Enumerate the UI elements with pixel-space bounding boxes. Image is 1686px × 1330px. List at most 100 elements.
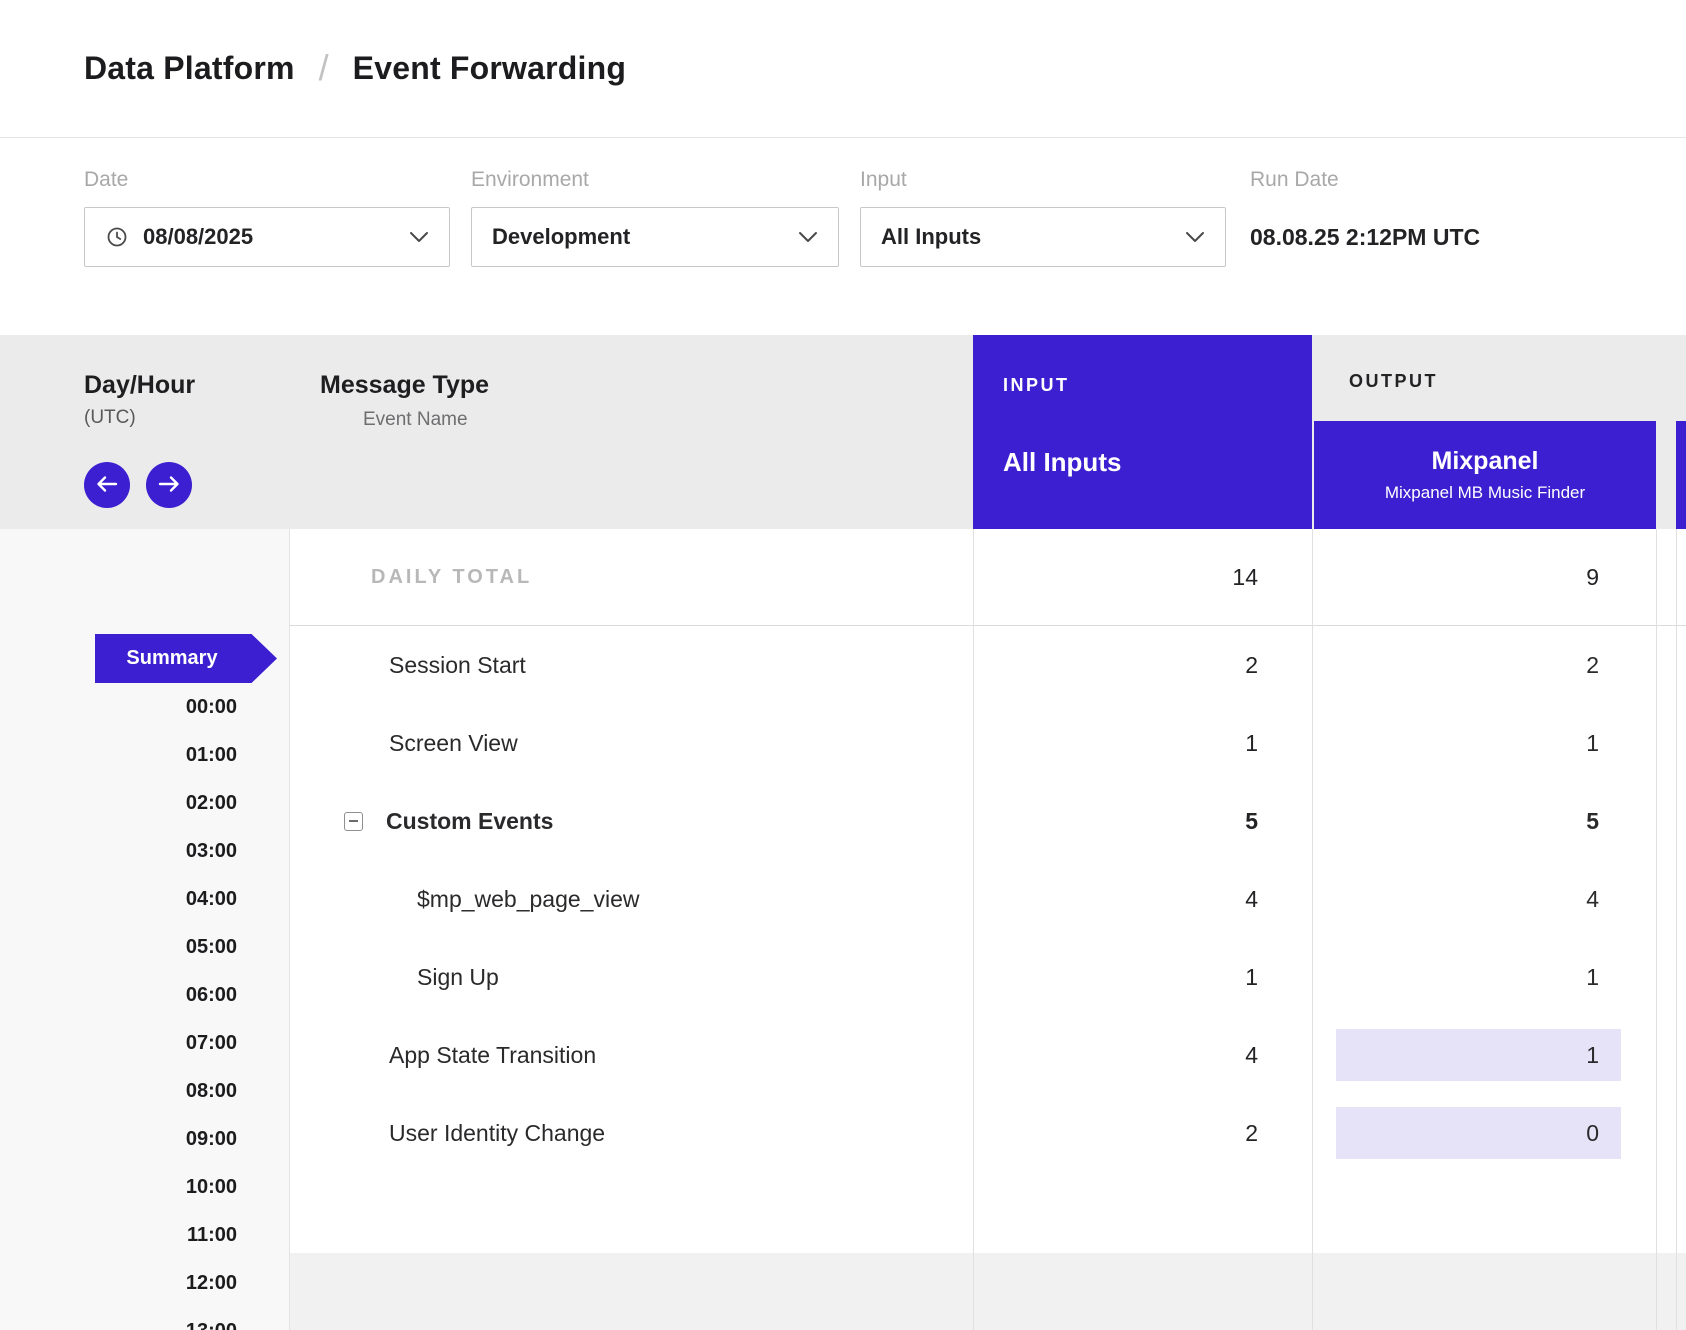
output-count-cell: 0 <box>1312 1094 1656 1172</box>
column-divider <box>973 529 974 1330</box>
clock-icon <box>105 225 129 249</box>
filter-bar: Date 08/08/2025 Environment Development <box>0 138 1686 335</box>
table-row: Screen View 1 1 <box>290 704 1686 782</box>
arrow-left-icon <box>95 474 119 497</box>
hour-label[interactable]: 07:00 <box>186 1031 237 1055</box>
message-type-title: Message Type <box>320 371 489 400</box>
hour-label[interactable]: 11:00 <box>187 1223 237 1247</box>
chevron-down-icon <box>798 231 818 243</box>
output-count-cell: 5 <box>1312 782 1656 860</box>
input-count: 4 <box>973 886 1312 913</box>
event-name-cell: $mp_web_page_view <box>290 886 973 913</box>
input-value: All Inputs <box>881 224 981 250</box>
input-filter-label: Input <box>860 168 1226 192</box>
event-name: Sign Up <box>417 964 499 991</box>
run-date-group: Run Date 08.08.25 2:12PM UTC <box>1250 168 1480 335</box>
hour-label[interactable]: 12:00 <box>186 1271 237 1295</box>
event-name: Custom Events <box>386 808 553 835</box>
chevron-down-icon <box>409 231 429 243</box>
column-divider <box>1656 529 1657 1330</box>
daily-total-label: DAILY TOTAL <box>290 566 973 589</box>
output-count-cell: 4 <box>1312 860 1656 938</box>
summary-selector[interactable]: Summary <box>95 634 277 683</box>
day-hour-subtitle: (UTC) <box>84 407 195 429</box>
table-row: Sign Up 1 1 <box>290 938 1686 1016</box>
hour-label[interactable]: 09:00 <box>186 1127 237 1151</box>
message-type-header: Message Type Event Name <box>320 371 489 431</box>
input-column-kicker: INPUT <box>1003 375 1070 396</box>
chevron-down-icon <box>1185 231 1205 243</box>
input-count: 1 <box>973 964 1312 991</box>
breadcrumb-separator: / <box>319 47 329 89</box>
hour-label[interactable]: 03:00 <box>186 839 237 863</box>
event-name-cell: User Identity Change <box>290 1120 973 1147</box>
event-name: Screen View <box>389 730 518 757</box>
hour-label[interactable]: 01:00 <box>186 743 237 767</box>
day-hour-title: Day/Hour <box>84 371 195 400</box>
environment-filter: Environment Development <box>471 168 839 335</box>
output-count-cell: 1 <box>1312 938 1656 1016</box>
hour-label[interactable]: 06:00 <box>186 983 237 1007</box>
run-date-value: 08.08.25 2:12PM UTC <box>1250 207 1480 267</box>
column-divider <box>1312 529 1313 1330</box>
output-count: 1 <box>1336 717 1621 769</box>
page-title: Event Forwarding <box>353 50 626 87</box>
table-row: User Identity Change 2 0 <box>290 1094 1686 1172</box>
table-row: App State Transition 4 1 <box>290 1016 1686 1094</box>
day-hour-header: Day/Hour (UTC) <box>84 371 195 429</box>
daily-total-input: 14 <box>973 564 1312 591</box>
hour-label[interactable]: 00:00 <box>186 695 237 719</box>
hour-label[interactable]: 05:00 <box>186 935 237 959</box>
output-count: 5 <box>1336 795 1621 847</box>
output-column-kicker: OUTPUT <box>1349 371 1438 392</box>
input-count: 1 <box>973 730 1312 757</box>
output-subtitle: Mixpanel MB Music Finder <box>1385 483 1585 503</box>
event-name-cell: Screen View <box>290 730 973 757</box>
input-count: 5 <box>973 808 1312 835</box>
output-count-cell: 1 <box>1312 704 1656 782</box>
event-name: Session Start <box>389 652 526 679</box>
hour-label[interactable]: 13:00 <box>186 1319 237 1330</box>
output-count-cell: 2 <box>1312 626 1656 704</box>
hour-label[interactable]: 08:00 <box>186 1079 237 1103</box>
hour-label[interactable]: 04:00 <box>186 887 237 911</box>
grid-footer-area <box>290 1253 1686 1330</box>
output-count: 1 <box>1336 951 1621 1003</box>
environment-filter-label: Environment <box>471 168 839 192</box>
event-forwarding-page: Data Platform / Event Forwarding Date 08… <box>0 0 1686 1330</box>
input-count: 4 <box>973 1042 1312 1069</box>
next-day-button[interactable] <box>146 462 192 508</box>
event-name-cell: App State Transition <box>290 1042 973 1069</box>
collapse-icon[interactable] <box>344 812 363 831</box>
input-count: 2 <box>973 652 1312 679</box>
date-filter-label: Date <box>84 168 450 192</box>
column-divider <box>1676 529 1677 1330</box>
output-count: 2 <box>1336 639 1621 691</box>
environment-dropdown[interactable]: Development <box>471 207 839 267</box>
daily-total-row: DAILY TOTAL 14 9 <box>290 529 1686 626</box>
event-name: App State Transition <box>389 1042 596 1069</box>
breadcrumb: Data Platform / Event Forwarding <box>0 0 1686 138</box>
output-column-header[interactable]: Mixpanel Mixpanel MB Music Finder <box>1312 421 1656 529</box>
run-date-label: Run Date <box>1250 168 1480 192</box>
event-rows: Session Start 2 2 Screen View 1 1 Custom… <box>290 626 1686 1253</box>
output-name: Mixpanel <box>1432 447 1539 476</box>
date-dropdown[interactable]: 08/08/2025 <box>84 207 450 267</box>
output-count: 1 <box>1336 1029 1621 1081</box>
event-name-cell: Sign Up <box>290 964 973 991</box>
output-count: 0 <box>1336 1107 1621 1159</box>
previous-day-button[interactable] <box>84 462 130 508</box>
grid-header: Day/Hour (UTC) Message Type Event Name <box>0 335 1686 529</box>
hour-label[interactable]: 10:00 <box>186 1175 237 1199</box>
input-filter: Input All Inputs <box>860 168 1226 335</box>
table-row: Custom Events 5 5 <box>290 782 1686 860</box>
daily-total-output: 9 <box>1312 564 1656 591</box>
event-name-subtitle: Event Name <box>363 409 489 431</box>
forwarding-grid: Day/Hour (UTC) Message Type Event Name <box>0 335 1686 1330</box>
arrow-right-icon <box>157 474 181 497</box>
hour-label[interactable]: 02:00 <box>186 791 237 815</box>
output-count: 4 <box>1336 873 1621 925</box>
input-dropdown[interactable]: All Inputs <box>860 207 1226 267</box>
breadcrumb-section[interactable]: Data Platform <box>84 50 295 87</box>
input-column-header[interactable]: INPUT All Inputs <box>973 335 1312 529</box>
